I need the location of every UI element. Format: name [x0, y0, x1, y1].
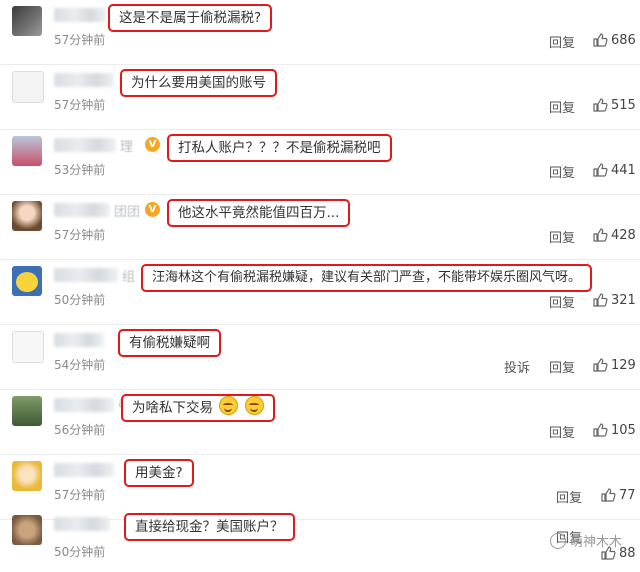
- like-count: 428: [611, 227, 636, 243]
- comment-time: 57分钟前: [54, 228, 106, 242]
- like-button[interactable]: 686: [592, 31, 636, 49]
- avatar[interactable]: [12, 396, 42, 426]
- comment-time: 56分钟前: [54, 423, 106, 437]
- like-count: 77: [619, 487, 636, 503]
- comment-text: 用美金?: [124, 459, 194, 487]
- sweat-smile-emoji-icon: [244, 396, 264, 415]
- like-count: 105: [611, 422, 636, 438]
- comment-item: 57分钟前 这是不是属于偷税漏税? 回复 686: [0, 0, 640, 65]
- comment-time: 54分钟前: [54, 358, 106, 372]
- username-blurred[interactable]: [54, 268, 118, 282]
- comment-time: 57分钟前: [54, 33, 106, 47]
- comment-text-content: 为啥私下交易: [132, 400, 213, 416]
- like-count: 441: [611, 162, 636, 178]
- comment-time: 50分钟前: [54, 545, 106, 559]
- like-button[interactable]: 129: [592, 356, 636, 374]
- comment-text: 他这水平竟然能值四百万...: [167, 199, 351, 227]
- comment-text: 这是不是属于偷税漏税?: [108, 4, 273, 32]
- avatar[interactable]: [12, 201, 42, 231]
- avatar[interactable]: [12, 266, 42, 296]
- pikachu-face: [16, 272, 38, 292]
- reply-button[interactable]: 回复: [549, 357, 575, 376]
- avatar[interactable]: [12, 71, 44, 103]
- username-suffix: 团团: [114, 205, 141, 220]
- comment-text: 有偷税嫌疑啊: [118, 329, 221, 357]
- watermark-text: 萌神木木: [569, 535, 622, 550]
- reply-button[interactable]: 回复: [556, 487, 582, 506]
- thumbs-up-icon: [593, 33, 608, 47]
- like-button[interactable]: 441: [592, 161, 636, 179]
- reply-button[interactable]: 回复: [549, 292, 575, 311]
- avatar[interactable]: [12, 6, 42, 36]
- comment-text: 直接给现金？美国账户？: [124, 513, 295, 541]
- username-suffix: 组: [122, 270, 136, 285]
- sweat-smile-emoji-icon: [219, 396, 239, 415]
- comment-item: a 56分钟前 为啥私下交易 回复 105: [0, 390, 640, 455]
- like-button[interactable]: 428: [592, 226, 636, 244]
- thumbs-up-icon: [593, 98, 608, 112]
- comment-text: 为什么要用美国的账号: [120, 69, 277, 97]
- comment-time: 57分钟前: [54, 488, 106, 502]
- reply-button[interactable]: 回复: [549, 227, 575, 246]
- username-blurred[interactable]: [54, 463, 114, 477]
- comment-text: 打私人账户？？？不是偷税漏税吧: [167, 134, 392, 162]
- like-count: 321: [611, 292, 636, 308]
- username-suffix: 理: [120, 140, 134, 155]
- username-blurred[interactable]: [54, 8, 106, 22]
- watermark: 萌神木木: [549, 531, 622, 550]
- thumbs-up-icon: [593, 423, 608, 437]
- comment-time: 53分钟前: [54, 163, 106, 177]
- username-blurred[interactable]: [54, 398, 114, 412]
- thumbs-up-icon: [593, 358, 608, 372]
- like-button[interactable]: 105: [592, 421, 636, 439]
- reply-button[interactable]: 回复: [549, 32, 575, 51]
- avatar[interactable]: [12, 461, 42, 491]
- avatar[interactable]: [12, 136, 42, 166]
- username-blurred[interactable]: [54, 203, 110, 217]
- like-button[interactable]: 515: [592, 96, 636, 114]
- like-button[interactable]: 321: [592, 291, 636, 309]
- thumbs-up-icon: [601, 488, 616, 502]
- thumbs-up-icon: [593, 163, 608, 177]
- comment-item: 50分钟前 直接给现金？美国账户？ 回复 88: [0, 507, 640, 572]
- reply-button[interactable]: 回复: [549, 422, 575, 441]
- reply-button[interactable]: 回复: [549, 97, 575, 116]
- verified-badge-icon: V: [145, 137, 160, 152]
- comment-item: 团团 V 57分钟前 他这水平竟然能值四百万... 回复 428: [0, 195, 640, 260]
- comment-time: 50分钟前: [54, 293, 106, 307]
- comment-time: 57分钟前: [54, 98, 106, 112]
- like-count: 129: [611, 357, 636, 373]
- report-button[interactable]: 投诉: [504, 357, 530, 376]
- username-blurred[interactable]: [54, 138, 116, 152]
- username-blurred[interactable]: [54, 333, 104, 347]
- thumbs-up-icon: [593, 228, 608, 242]
- avatar[interactable]: [12, 331, 44, 363]
- username-blurred[interactable]: [54, 517, 110, 531]
- like-button[interactable]: 77: [600, 486, 636, 504]
- thumbs-up-icon: [593, 293, 608, 307]
- comment-text: 汪海林这个有偷税漏税嫌疑，建议有关部门严查，不能带坏娱乐圈风气呀。: [141, 264, 593, 292]
- watermark-logo-icon: [549, 532, 566, 549]
- comment-item: 组 50分钟前 汪海林这个有偷税漏税嫌疑，建议有关部门严查，不能带坏娱乐圈风气呀…: [0, 260, 640, 325]
- comment-item: 理 V 53分钟前 打私人账户？？？不是偷税漏税吧 回复 441: [0, 130, 640, 195]
- comment-item: 57分钟前 为什么要用美国的账号 回复 515: [0, 65, 640, 130]
- reply-button[interactable]: 回复: [549, 162, 575, 181]
- comment-item: 54分钟前 有偷税嫌疑啊 投诉 回复 129: [0, 325, 640, 390]
- avatar[interactable]: [12, 515, 42, 545]
- username-blurred[interactable]: [54, 73, 114, 87]
- comment-text: 为啥私下交易: [121, 394, 275, 422]
- verified-badge-icon: V: [145, 202, 160, 217]
- like-count: 515: [611, 97, 636, 113]
- like-count: 686: [611, 32, 636, 48]
